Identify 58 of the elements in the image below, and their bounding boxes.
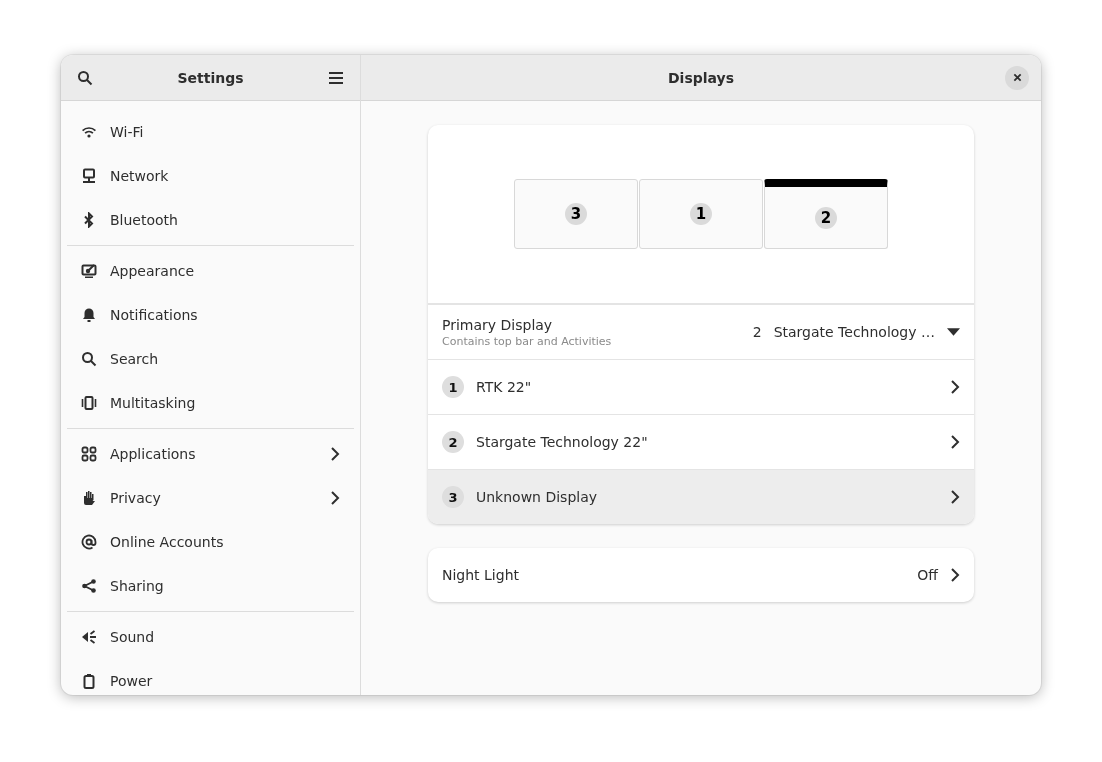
dropdown-arrow-icon [947, 328, 960, 336]
display-number: 2 [815, 206, 837, 229]
bell-icon [81, 307, 97, 323]
hand-icon [81, 490, 97, 506]
sidebar-item[interactable]: Bluetooth [67, 198, 354, 242]
monitor-tile[interactable]: 3 [514, 179, 638, 249]
display-number: 3 [565, 203, 587, 225]
wifi-icon [81, 124, 97, 140]
chevron-right-icon [950, 567, 960, 583]
monitor-tile[interactable]: 2 [764, 179, 888, 249]
monitor-tile[interactable]: 1 [639, 179, 763, 249]
sidebar-title: Settings [176, 69, 245, 86]
display-name: Stargate Technology 22" [476, 434, 649, 450]
sidebar-item[interactable]: Privacy [67, 476, 354, 520]
search-icon [81, 351, 97, 367]
primary-display-dropdown[interactable]: 2 Stargate Technology … [752, 324, 960, 340]
row-subtitle: Contains top bar and Activities [442, 334, 613, 348]
chevron-right-icon [950, 379, 960, 395]
display-name: RTK 22" [476, 379, 533, 395]
sidebar-item[interactable]: Online Accounts [67, 520, 354, 564]
sidebar-item[interactable]: Wi-Fi [67, 110, 354, 154]
share-icon [81, 578, 97, 594]
sidebar-item[interactable]: Notifications [67, 293, 354, 337]
page-title: Displays [666, 69, 736, 86]
close-button[interactable] [1005, 65, 1029, 90]
chevron-right-icon [950, 489, 960, 505]
sidebar-item[interactable]: Power [67, 659, 354, 695]
battery-icon [81, 673, 97, 689]
display-number: 3 [442, 486, 464, 508]
monitor-brush-icon [81, 263, 97, 279]
display-name: Unknown Display [476, 489, 599, 505]
display-row[interactable]: 1 RTK 22" [428, 359, 974, 414]
display-number: 1 [442, 376, 464, 398]
display-number: 2 [442, 431, 464, 453]
computer-icon [81, 168, 97, 184]
multitasking-icon [81, 395, 97, 411]
row-value: Off [917, 567, 938, 583]
sidebar-item[interactable]: Multitasking [67, 381, 354, 425]
chevron-right-icon [950, 434, 960, 450]
grid-icon [81, 446, 97, 462]
row-label: Primary Display [442, 316, 554, 333]
search-icon [77, 69, 93, 86]
display-number: 1 [690, 203, 712, 225]
menu-icon [328, 69, 344, 86]
close-icon [1012, 73, 1022, 82]
sidebar-item[interactable]: Applications [67, 432, 354, 476]
at-sign-icon [81, 534, 97, 550]
display-row[interactable]: 3 Unknown Display [428, 469, 974, 524]
row-label: Night Light [442, 567, 520, 583]
chevron-right-icon [330, 490, 340, 506]
chevron-right-icon [330, 446, 340, 462]
sidebar-item[interactable]: Sound [67, 615, 354, 659]
sidebar-item[interactable]: Search [67, 337, 354, 381]
sidebar-item[interactable]: Sharing [67, 564, 354, 608]
speaker-icon [81, 629, 97, 645]
sidebar-item[interactable]: Network [67, 154, 354, 198]
sidebar-item[interactable]: Appearance [67, 249, 354, 293]
night-light-row[interactable]: Night Light Off [428, 548, 974, 602]
